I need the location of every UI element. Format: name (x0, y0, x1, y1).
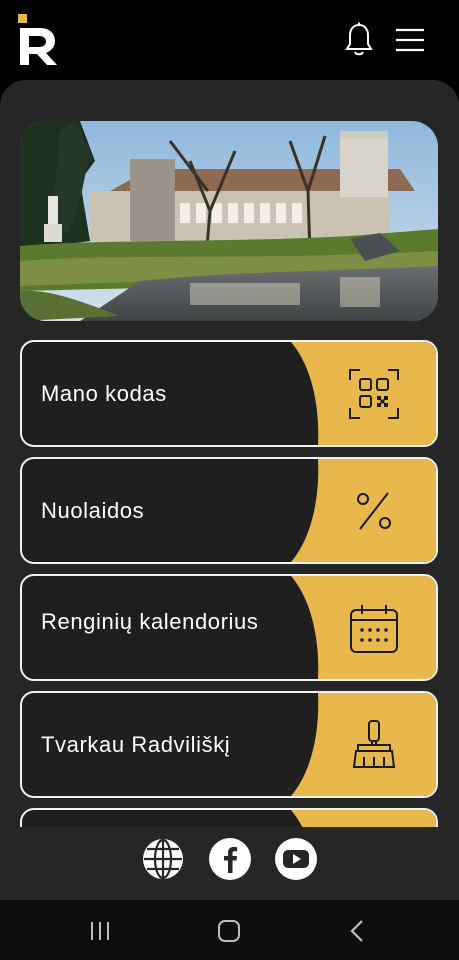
globe-icon[interactable] (141, 837, 185, 881)
social-links (0, 837, 459, 887)
percent-icon (357, 492, 391, 530)
bell-icon[interactable] (344, 22, 374, 58)
card-accent-shape (291, 810, 436, 827)
app-header (0, 0, 459, 82)
calendar-icon (350, 605, 398, 653)
menu-card-tvarkau-radviliski[interactable]: Tvarkau Radviliškį (20, 691, 438, 798)
broom-icon (352, 720, 396, 768)
recent-apps-icon[interactable] (85, 918, 115, 944)
menu-card-mano-kodas[interactable]: Mano kodas (20, 340, 438, 447)
hero-photo[interactable] (20, 121, 438, 321)
menu-card-renginiu-kalendorius[interactable]: Renginių kalendorius (20, 574, 438, 681)
system-navigation-bar (0, 900, 459, 960)
menu-card-partial[interactable] (20, 808, 438, 827)
facebook-icon[interactable] (208, 837, 252, 881)
menu-card-label: Nuolaidos (41, 497, 145, 523)
main-panel: Mano kodas Nuolaidos Renginių kalendoriu… (0, 80, 459, 900)
menu-card-label: Tvarkau Radviliškį (41, 731, 231, 757)
home-icon[interactable] (214, 918, 244, 944)
menu-list: Mano kodas Nuolaidos Renginių kalendoriu… (20, 340, 438, 827)
menu-card-label: Mano kodas (41, 380, 167, 406)
menu-card-label: Renginių kalendorius (41, 609, 259, 634)
youtube-icon[interactable] (274, 837, 318, 881)
brand-logo-icon[interactable] (18, 14, 60, 66)
back-icon[interactable] (343, 918, 373, 944)
menu-card-nuolaidos[interactable]: Nuolaidos (20, 457, 438, 564)
qr-code-icon (349, 369, 399, 419)
hamburger-menu-icon[interactable] (394, 26, 426, 54)
